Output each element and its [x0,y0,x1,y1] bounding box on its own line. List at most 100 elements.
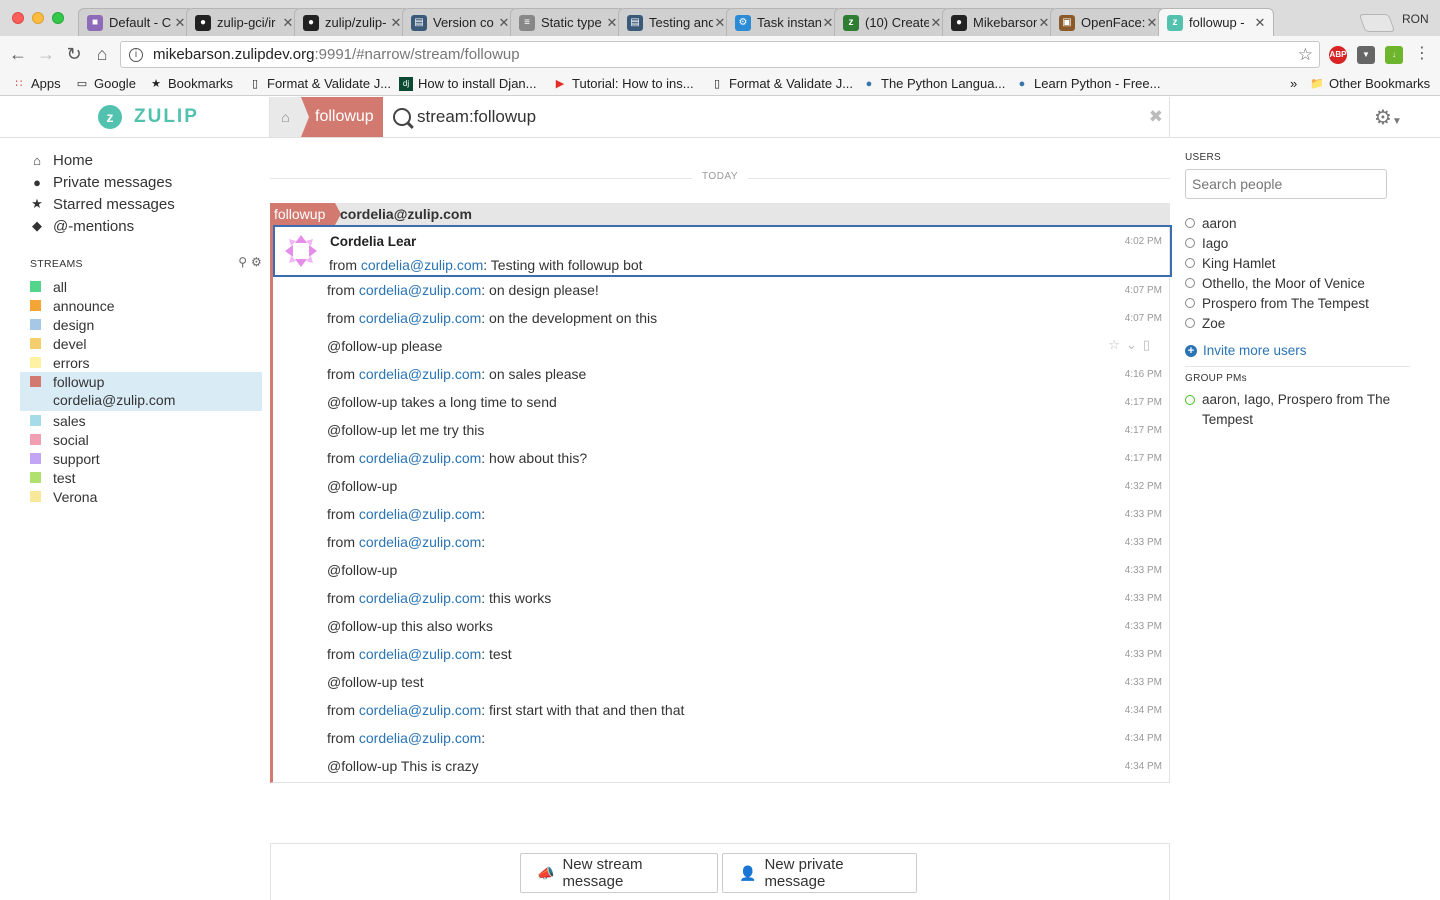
search-query[interactable]: stream:followup [417,107,536,127]
new-stream-message-button[interactable]: 📣 New stream message [520,853,718,893]
message-row[interactable]: @follow-up This is crazy 4:34 PM [273,753,1170,781]
stream-settings-gear-icon[interactable]: ⚙ [251,255,262,269]
stream-item-all[interactable]: all [20,277,262,296]
star-icon[interactable]: ☆ [1108,337,1126,352]
message-time[interactable]: 4:33 PM [1125,621,1162,632]
message-link[interactable]: cordelia@zulip.com [359,310,481,326]
message-row[interactable]: from cordelia@zulip.com: 4:33 PM [273,529,1170,557]
browser-tab[interactable]: ● Mikebarson ✕ [942,8,1058,36]
nav-home[interactable]: ⌂ Home [30,149,175,171]
minimize-window-button[interactable] [32,12,44,24]
browser-tab[interactable]: ● zulip/zulip- ✕ [294,8,410,36]
message-row[interactable]: from cordelia@zulip.com: 4:33 PM [273,501,1170,529]
new-tab-button[interactable] [1358,14,1396,32]
home-icon[interactable]: ⌂ [92,44,112,64]
browser-tab[interactable]: z followup - ✕ [1158,8,1274,36]
message-time[interactable]: 4:33 PM [1125,565,1162,576]
new-private-message-button[interactable]: 👤 New private message [722,853,917,893]
close-tab-icon[interactable]: ✕ [281,15,295,31]
message-time[interactable]: 4:34 PM [1125,761,1162,772]
stream-item-test[interactable]: test [20,468,262,487]
browser-tab[interactable]: ≡ Static type ✕ [510,8,626,36]
message-link[interactable]: cordelia@zulip.com [359,702,481,718]
message-time[interactable]: 4:07 PM [1125,313,1162,324]
message-time[interactable]: 4:02 PM [1125,236,1162,247]
bookmark-item[interactable]: ▯ Format & Validate J... [248,76,391,91]
message-time[interactable]: 4:32 PM [1125,481,1162,492]
search-people-input[interactable] [1185,169,1387,199]
message-link[interactable]: cordelia@zulip.com [359,506,481,522]
recipient-bar[interactable]: followup cordelia@zulip.com [270,203,1170,225]
browser-tab[interactable]: ● zulip-gci/ir ✕ [186,8,302,36]
close-window-button[interactable] [12,12,24,24]
browser-tab[interactable]: ■ Default - C ✕ [78,8,194,36]
message-time[interactable]: 4:17 PM [1125,453,1162,464]
user-item[interactable]: Othello, the Moor of Venice [1185,273,1410,293]
stream-narrow-tab[interactable]: followup [301,97,383,137]
pocket-icon[interactable]: ▼ [1357,46,1375,64]
message-row[interactable]: from cordelia@zulip.com: on design pleas… [273,277,1170,305]
brand-logo[interactable]: z ZULIP [98,105,199,129]
message-time[interactable]: 4:33 PM [1125,677,1162,688]
message-link[interactable]: cordelia@zulip.com [359,590,481,606]
user-item[interactable]: King Hamlet [1185,253,1410,273]
message-time[interactable]: 4:33 PM [1125,649,1162,660]
stream-item-support[interactable]: support [20,449,262,468]
user-item[interactable]: Zoe [1185,313,1410,333]
message-time[interactable]: 4:17 PM [1125,397,1162,408]
message-row[interactable]: @follow-up let me try this 4:17 PM [273,417,1170,445]
nav-star[interactable]: ★ Starred messages [30,193,175,215]
bookmark-item[interactable]: ▯ Format & Validate J... [710,76,853,91]
close-tab-icon[interactable]: ✕ [1253,15,1267,31]
message-row[interactable]: @follow-up test 4:33 PM [273,669,1170,697]
stream-item-errors[interactable]: errors [20,353,262,372]
browser-tab[interactable]: ▣ OpenFace: ✕ [1050,8,1166,36]
message-time[interactable]: 4:34 PM [1125,705,1162,716]
close-tab-icon[interactable]: ✕ [1037,15,1051,31]
message-link[interactable]: cordelia@zulip.com [359,534,481,550]
search-bar[interactable]: stream:followup ✖ [383,97,1169,137]
bookmark-star-icon[interactable]: ☆ [1298,45,1313,65]
message-link[interactable]: cordelia@zulip.com [359,282,481,298]
clear-search-icon[interactable]: ✖ [1149,107,1163,127]
user-item[interactable]: aaron [1185,213,1410,233]
stream-item-verona[interactable]: Verona [20,487,262,506]
stream-item-design[interactable]: design [20,315,262,334]
selected-message[interactable]: Cordelia Lear from cordelia@zulip.com: T… [273,225,1172,277]
message-time[interactable]: 4:33 PM [1125,537,1162,548]
address-bar[interactable]: i mikebarson.zulipdev.org:9991/#narrow/s… [120,41,1320,68]
recipient-topic[interactable]: cordelia@zulip.com [340,203,472,225]
avatar[interactable] [283,233,319,269]
message-time[interactable]: 4:34 PM [1125,733,1162,744]
message-link[interactable]: cordelia@zulip.com [359,730,481,746]
bookmark-item[interactable]: ∷ Apps [12,76,61,91]
message-time[interactable]: 4:33 PM [1125,509,1162,520]
browser-tab[interactable]: ⚙ Task instan ✕ [726,8,842,36]
message-row[interactable]: @follow-up please ☆⌄▯ [273,333,1170,361]
group-pm-item[interactable]: aaron, Iago, Prospero from The Tempest [1185,390,1410,430]
settings-gear-icon[interactable]: ⚙▼ [1374,105,1402,130]
chevron-down-icon[interactable]: ⌄ [1126,337,1143,352]
info-icon[interactable]: i [129,47,143,62]
close-tab-icon[interactable]: ✕ [821,15,835,31]
stream-item-followup[interactable]: followup [20,372,262,391]
message-row[interactable]: from cordelia@zulip.com: on sales please… [273,361,1170,389]
message-link[interactable]: cordelia@zulip.com [361,257,483,273]
topic-item[interactable]: cordelia@zulip.com [20,391,262,411]
close-tab-icon[interactable]: ✕ [605,15,619,31]
close-tab-icon[interactable]: ✕ [713,15,727,31]
edit-icon[interactable]: ▯ [1143,337,1156,352]
message-row[interactable]: from cordelia@zulip.com: on the developm… [273,305,1170,333]
message-row[interactable]: from cordelia@zulip.com: how about this?… [273,445,1170,473]
message-time[interactable]: 4:33 PM [1125,593,1162,604]
maximize-window-button[interactable] [52,12,64,24]
recipient-stream[interactable]: followup [270,203,342,225]
message-row[interactable]: from cordelia@zulip.com: first start wit… [273,697,1170,725]
user-item[interactable]: Prospero from The Tempest [1185,293,1410,313]
message-link[interactable]: cordelia@zulip.com [359,450,481,466]
home-narrow-button[interactable]: ⌂ [270,97,301,137]
close-tab-icon[interactable]: ✕ [389,15,403,31]
browser-tab[interactable]: ▤ Testing and ✕ [618,8,734,36]
message-row[interactable]: from cordelia@zulip.com: this works 4:33 … [273,585,1170,613]
other-bookmarks[interactable]: 📁 Other Bookmarks [1310,76,1430,91]
